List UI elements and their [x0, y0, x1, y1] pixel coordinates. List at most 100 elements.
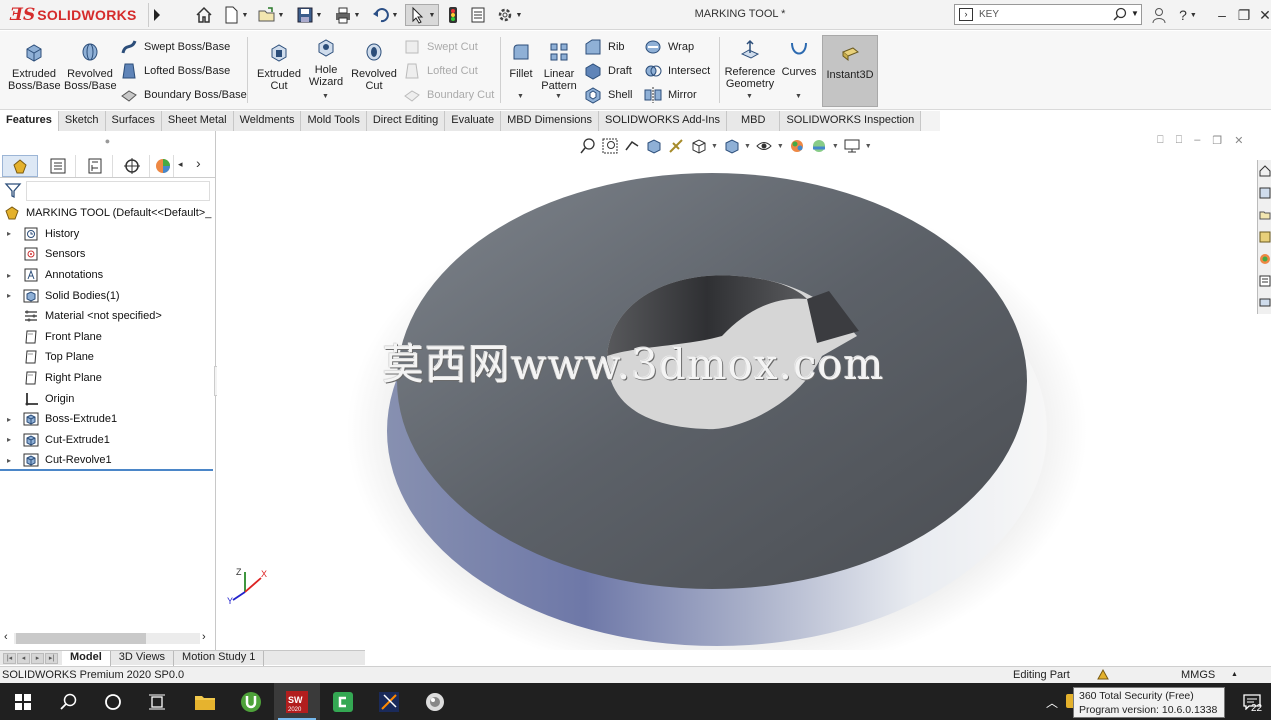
user-account-button[interactable] [1149, 5, 1169, 25]
lofted-cut-button[interactable]: Lofted Cut [403, 61, 478, 81]
keyshot-app[interactable] [412, 683, 458, 720]
tree-item-front-plane[interactable]: Front Plane [0, 327, 215, 348]
tab-feature-manager[interactable] [2, 155, 38, 177]
hole-wizard-button[interactable]: Hole Wizard [304, 37, 348, 88]
units-dropdown-icon[interactable]: ▲ [1231, 671, 1238, 678]
search-taskbar-button[interactable] [46, 683, 92, 720]
instant3d-button[interactable]: Instant3D [822, 35, 878, 107]
rollback-bar[interactable] [0, 469, 213, 471]
select-button[interactable]: ▼ [405, 4, 439, 26]
tree-root-part[interactable]: MARKING TOOL (Default<<Default>_ [0, 203, 215, 224]
tree-item-right-plane[interactable]: Right Plane [0, 368, 215, 389]
tab-mold-tools[interactable]: Mold Tools [301, 111, 367, 131]
home-button[interactable] [194, 4, 214, 26]
tab-solidworks-inspection[interactable]: SOLIDWORKS Inspection [780, 111, 922, 131]
appearances-tab[interactable] [1258, 248, 1271, 270]
menu-expand-button[interactable] [148, 3, 164, 27]
open-button[interactable]: ▼ [254, 4, 288, 26]
search-box[interactable]: › ▼ [954, 4, 1142, 25]
view-orientation-button[interactable] [687, 136, 709, 156]
section-view-button[interactable] [643, 136, 665, 156]
doc-close-icon[interactable]: ✕ [1234, 134, 1243, 147]
tree-item-origin[interactable]: Origin [0, 388, 215, 409]
draft-button[interactable]: Draft [584, 61, 632, 81]
tree-item-history[interactable]: ▸ History [0, 224, 215, 245]
expand-arrow-icon[interactable]: ▸ [7, 456, 17, 465]
wrap-button[interactable]: Wrap [644, 37, 694, 57]
tab-motion-study-1[interactable]: Motion Study 1 [174, 651, 265, 666]
search-input[interactable] [979, 7, 1099, 22]
tab-solidworks-add-ins[interactable]: SOLIDWORKS Add-Ins [599, 111, 727, 131]
reference-geometry-button[interactable]: Reference Geometry [723, 39, 777, 90]
view-palette-tab[interactable] [1258, 226, 1271, 248]
fillet-button[interactable]: Fillet [504, 41, 538, 80]
media-app[interactable] [366, 683, 412, 720]
hide-show-items-button[interactable] [753, 136, 775, 156]
last-tab-icon[interactable]: ▸| [45, 653, 58, 664]
filter-input[interactable] [26, 181, 210, 201]
tab-3d-views[interactable]: 3D Views [111, 651, 175, 666]
solidworks-app[interactable]: SW 2020 [274, 683, 320, 720]
lofted-boss-button[interactable]: Lofted Boss/Base [120, 61, 230, 81]
boundary-cut-button[interactable]: Boundary Cut [403, 85, 494, 105]
swept-boss-button[interactable]: Swept Boss/Base [120, 37, 230, 57]
cortana-button[interactable] [90, 683, 136, 720]
tree-item-solid-bodies-1[interactable]: ▸ Solid Bodies(1) [0, 285, 215, 306]
revolved-boss-button[interactable]: Revolved Boss/Base [64, 41, 117, 92]
file-explorer-tab[interactable] [1258, 204, 1271, 226]
task-view-button[interactable] [134, 683, 180, 720]
zoom-to-fit-button[interactable] [577, 136, 599, 156]
hole-wizard-dropdown-icon[interactable]: ▼ [322, 93, 329, 100]
rebuild-button[interactable] [443, 4, 463, 26]
tab-surfaces[interactable]: Surfaces [105, 111, 162, 131]
tab-features[interactable]: Features [0, 111, 59, 131]
next-tab-icon[interactable]: ▸ [31, 653, 44, 664]
previous-view-button[interactable] [621, 136, 643, 156]
restore-window-button[interactable]: ❐ [1234, 5, 1254, 25]
boundary-boss-button[interactable]: Boundary Boss/Base [120, 85, 247, 105]
minimize-window-button[interactable]: – [1212, 5, 1232, 25]
tab-sketch[interactable]: Sketch [58, 111, 106, 131]
solidworks-logo[interactable]: ƎS SOLIDWORKS [10, 4, 137, 26]
curves-button[interactable]: Curves [779, 39, 819, 78]
torrent-app[interactable] [228, 683, 274, 720]
doc-restore-icon[interactable]: ❐ [1212, 134, 1222, 147]
camtasia-app[interactable] [320, 683, 366, 720]
scroll-thumb[interactable] [16, 633, 146, 644]
apply-scene-button[interactable] [808, 136, 830, 156]
expand-arrow-icon[interactable]: ▸ [7, 229, 17, 238]
custom-properties-tab[interactable] [1258, 270, 1271, 292]
extruded-cut-button[interactable]: Extruded Cut [253, 41, 305, 92]
new-document-button[interactable]: ▼ [220, 4, 250, 26]
tree-item-annotations[interactable]: ▸ Annotations [0, 265, 215, 286]
linear-pattern-button[interactable]: Linear Pattern [540, 41, 578, 92]
print-button[interactable]: ▼ [330, 4, 364, 26]
curves-dropdown-icon[interactable]: ▼ [795, 93, 802, 100]
tab-display-manager[interactable] [152, 155, 174, 177]
first-tab-icon[interactable]: |◂ [3, 653, 16, 664]
graphics-area[interactable]: 莫西网www.3dmox.com ▼ ▼ ▼ ▼ ▼ ⎕ ⎕ – ❐ ✕ Z X… [217, 131, 1257, 650]
view-settings-button[interactable] [841, 136, 863, 156]
search-dropdown-icon[interactable]: ▼ [1131, 9, 1139, 18]
fillet-dropdown-icon[interactable]: ▼ [517, 93, 524, 100]
tabs-scroll-left-icon[interactable]: ◂ [178, 159, 183, 170]
expand-arrow-icon[interactable]: ▸ [7, 415, 17, 424]
tab-configuration-manager[interactable] [77, 155, 113, 177]
start-button[interactable] [0, 683, 46, 720]
design-library-tab[interactable] [1258, 182, 1271, 204]
close-window-button[interactable]: ✕ [1255, 5, 1271, 25]
expand-arrow-icon[interactable]: ▸ [7, 291, 17, 300]
shell-button[interactable]: Shell [584, 85, 632, 105]
extruded-boss-button[interactable]: Extruded Boss/Base [8, 41, 61, 92]
intersect-button[interactable]: Intersect [644, 61, 710, 81]
edit-appearance-button[interactable] [786, 136, 808, 156]
tab-mbd-dimensions[interactable]: MBD Dimensions [501, 111, 600, 131]
prev-tab-icon[interactable]: ◂ [17, 653, 30, 664]
tab-dimxpert-manager[interactable] [114, 155, 150, 177]
tree-item-cut-revolve1[interactable]: ▸ Cut-Revolve1 [0, 450, 215, 471]
tab-property-manager[interactable] [40, 155, 76, 177]
swept-cut-button[interactable]: Swept Cut [403, 37, 478, 57]
tabs-scroll-right-icon[interactable]: › [196, 155, 201, 171]
tree-item-top-plane[interactable]: Top Plane [0, 347, 215, 368]
tab-model[interactable]: Model [62, 651, 111, 666]
